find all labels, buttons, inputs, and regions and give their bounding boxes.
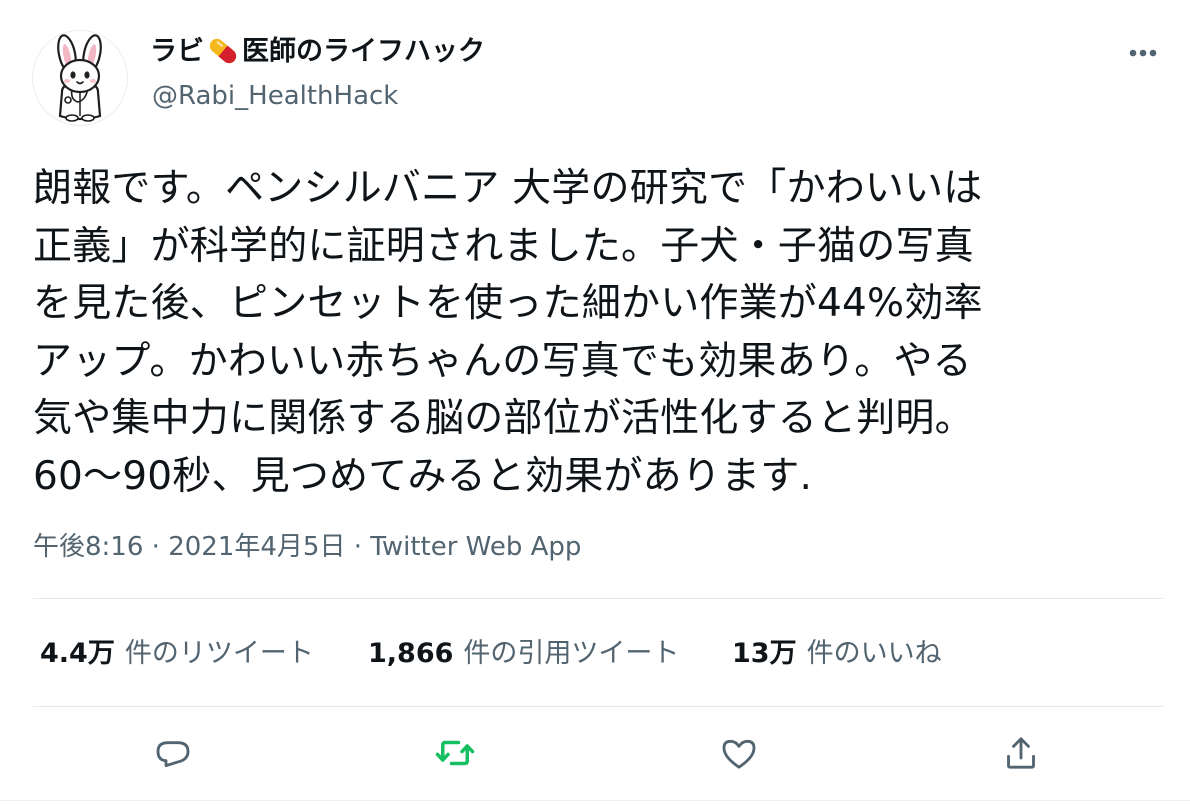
reply-bubble-icon xyxy=(156,741,190,768)
author-name-suffix: 医師のライフハック xyxy=(242,36,485,67)
tweet-source-link[interactable]: Twitter Web App xyxy=(370,532,581,562)
tweet-time: 午後8:16 xyxy=(33,532,144,562)
quotes-count: 1,866 xyxy=(368,638,454,669)
tweet-date: 2021年4月5日 xyxy=(168,532,346,562)
divider xyxy=(0,800,1190,801)
retweets-label: 件のリツイート xyxy=(124,638,314,669)
likes-label: 件のいいね xyxy=(806,638,942,669)
tweet-timestamp-link[interactable]: 午後8:16 · 2021年4月5日 xyxy=(33,532,345,562)
quotes-label: 件の引用ツイート xyxy=(463,638,680,669)
retweets-count: 4.4万 xyxy=(40,638,115,669)
meta-separator: · xyxy=(353,532,362,562)
likes-count: 13万 xyxy=(732,638,797,669)
more-options-button[interactable] xyxy=(1118,38,1168,68)
reply-button[interactable] xyxy=(150,730,196,776)
tweet-body-text: 朗報です。ペンシルバニア 大学の研究で「かわいいは 正義」が科学的に証明されまし… xyxy=(33,166,983,499)
tweet-detail: ラビ 医師のライフハック @Rabi_HealthHack 朗報です。ペンシルバ… xyxy=(0,0,1190,806)
more-dots-icon xyxy=(1129,49,1157,57)
heart-outline-icon xyxy=(722,739,756,769)
author-handle[interactable]: @Rabi_HealthHack xyxy=(152,78,398,114)
pill-emoji-icon xyxy=(206,36,240,77)
tweet-meta: 午後8:16 · 2021年4月5日 · Twitter Web App xyxy=(33,527,581,567)
share-button[interactable] xyxy=(998,730,1044,776)
author-display-name[interactable]: ラビ 医師のライフハック xyxy=(150,33,485,77)
divider xyxy=(33,706,1163,707)
quotes-stat[interactable]: 1,866 件の引用ツイート xyxy=(368,634,679,674)
author-name-prefix: ラビ xyxy=(150,36,204,67)
like-button[interactable] xyxy=(716,730,762,776)
retweets-stat[interactable]: 4.4万 件のリツイート xyxy=(40,634,314,674)
meta-separator: · xyxy=(151,532,160,562)
retweet-button[interactable] xyxy=(432,730,478,776)
likes-stat[interactable]: 13万 件のいいね xyxy=(732,634,942,674)
rabbit-avatar-icon xyxy=(57,34,102,122)
divider xyxy=(33,598,1163,599)
retweet-arrows-icon xyxy=(435,740,475,766)
share-upload-icon xyxy=(1007,737,1035,769)
author-avatar[interactable] xyxy=(32,30,128,126)
